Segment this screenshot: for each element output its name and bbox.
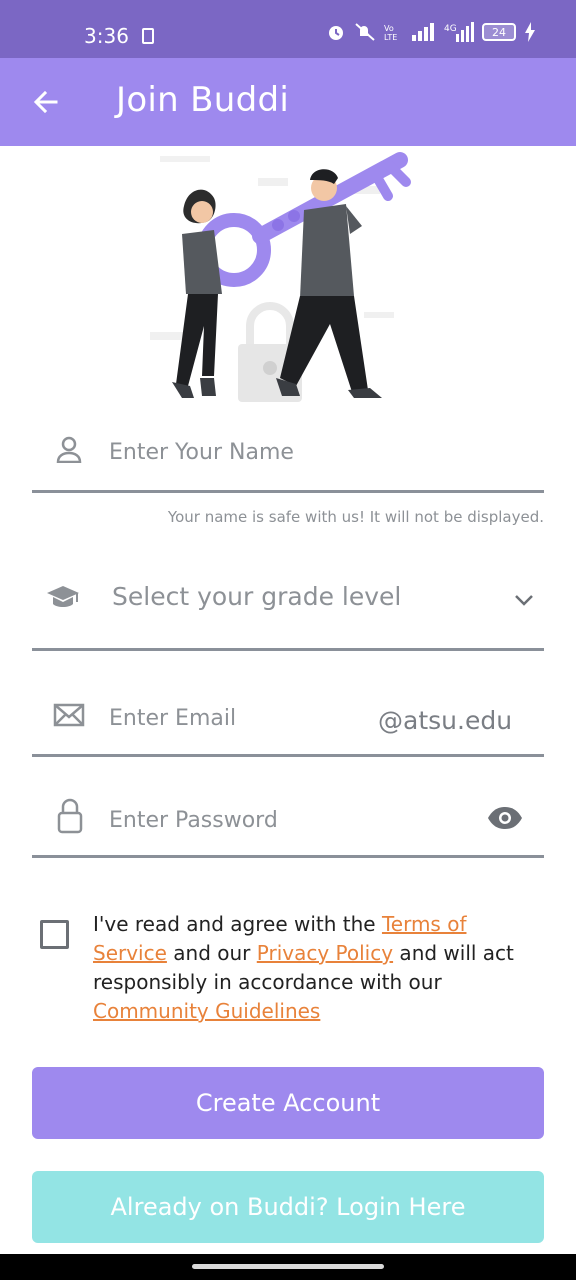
agree-checkbox[interactable]: [40, 920, 69, 949]
person-icon: [54, 434, 84, 464]
email-domain-suffix: @atsu.edu: [378, 706, 513, 735]
create-account-button[interactable]: Create Account: [32, 1067, 544, 1139]
grade-level-value: Select your grade level: [112, 582, 402, 611]
login-button[interactable]: Already on Buddi? Login Here: [32, 1171, 544, 1243]
grade-level-select[interactable]: Select your grade level: [32, 560, 544, 651]
charging-icon: [525, 22, 535, 42]
email-field[interactable]: Enter Email @atsu.edu: [32, 686, 544, 757]
name-field[interactable]: Enter Your Name: [32, 420, 544, 493]
alarm-icon: [329, 26, 343, 40]
hero-illustration: [150, 152, 411, 402]
name-hint: Your name is safe with us! It will not b…: [167, 508, 544, 526]
password-input[interactable]: Enter Password: [109, 808, 278, 833]
signal-icon: [412, 23, 434, 41]
envelope-icon: [52, 700, 86, 730]
status-time: 3:36: [84, 24, 129, 48]
lock-icon: [56, 798, 84, 834]
battery-icon: 24: [482, 23, 516, 41]
page-title: Join Buddi: [116, 80, 290, 120]
mute-icon: [355, 23, 375, 41]
community-guidelines-link[interactable]: Community Guidelines: [93, 999, 320, 1023]
chevron-down-icon[interactable]: [512, 588, 536, 612]
sim-icon: [142, 28, 154, 44]
password-field[interactable]: Enter Password: [32, 788, 544, 858]
svg-text:4G: 4G: [444, 24, 457, 34]
back-button[interactable]: [26, 80, 66, 124]
privacy-policy-link[interactable]: Privacy Policy: [257, 941, 393, 965]
network-4g-icon: 4G: [444, 22, 474, 42]
email-input[interactable]: Enter Email: [109, 706, 236, 731]
graduation-cap-icon: [46, 582, 80, 612]
agreement-text: I've read and agree with the Terms of Se…: [93, 910, 543, 1026]
svg-text:Vo: Vo: [384, 24, 394, 33]
svg-text:LTE: LTE: [384, 33, 397, 42]
name-input[interactable]: Enter Your Name: [109, 440, 294, 465]
status-bar: 3:36 Vo LTE 4G 24: [0, 0, 576, 58]
agreement-text-part1: I've read and agree with the: [93, 912, 382, 936]
home-gesture-handle[interactable]: [192, 1264, 384, 1269]
app-bar: Join Buddi: [0, 58, 576, 146]
arrow-left-icon: [33, 90, 58, 114]
status-icons: Vo LTE 4G 24: [326, 22, 536, 42]
agreement-text-part2: and our: [166, 941, 257, 965]
eye-icon[interactable]: [486, 804, 524, 832]
volte-icon: Vo LTE: [384, 24, 397, 42]
